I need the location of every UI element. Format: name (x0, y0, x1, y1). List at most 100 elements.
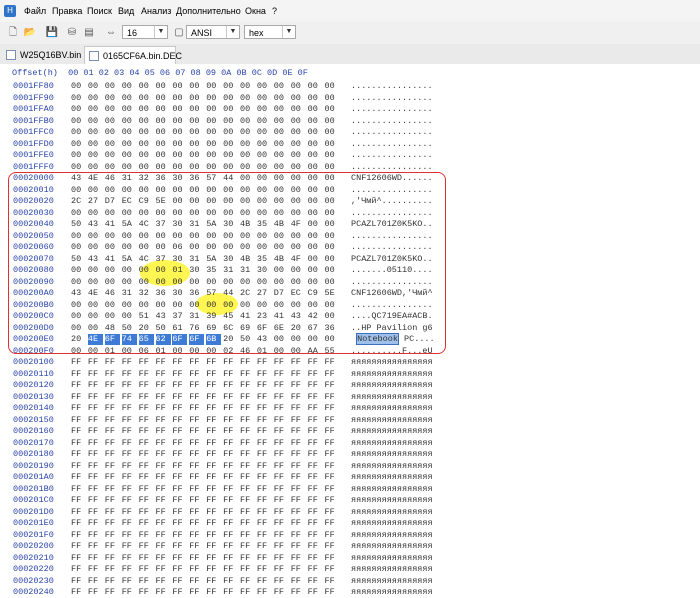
hex-byte[interactable]: FF (88, 541, 103, 552)
hex-byte[interactable]: 00 (325, 127, 340, 138)
hex-byte[interactable]: FF (325, 530, 340, 541)
hex-byte[interactable]: FF (257, 553, 272, 564)
base-select[interactable]: hex ▼ (244, 25, 296, 39)
hex-byte[interactable]: FF (223, 357, 238, 368)
hex-byte[interactable]: FF (139, 507, 154, 518)
hex-byte[interactable]: FF (172, 472, 187, 483)
ascii-text[interactable]: ................ (351, 93, 433, 104)
hex-byte[interactable]: FF (291, 553, 306, 564)
table-row[interactable]: 000201D0 FF FF FF FF FF FF FF FF FF FF FF FF FF FF FF FF… (0, 507, 700, 518)
hex-byte[interactable]: 00 (240, 81, 255, 92)
hex-byte[interactable]: 00 (206, 127, 221, 138)
hex-byte[interactable]: FF (206, 530, 221, 541)
hex-byte[interactable]: FF (139, 392, 154, 403)
hex-byte[interactable]: FF (325, 553, 340, 564)
hex-byte[interactable]: 00 (274, 104, 289, 115)
hex-byte[interactable]: FF (71, 392, 86, 403)
hex-byte[interactable]: FF (240, 495, 255, 506)
hex-byte[interactable]: FF (172, 507, 187, 518)
hex-byte[interactable]: FF (189, 449, 204, 460)
hex-byte[interactable]: FF (122, 587, 137, 598)
ascii-text[interactable]: яяяяяяяяяяяяяяяя (351, 484, 433, 495)
hex-byte[interactable]: FF (274, 472, 289, 483)
hex-byte[interactable]: 00 (172, 93, 187, 104)
menu-extra[interactable]: Дополнительно (176, 6, 241, 16)
hex-byte[interactable]: FF (308, 449, 323, 460)
hex-byte[interactable]: FF (88, 587, 103, 598)
hex-byte[interactable]: FF (223, 461, 238, 472)
hex-byte[interactable]: FF (325, 484, 340, 495)
hex-byte[interactable]: 00 (189, 139, 204, 150)
hex-byte[interactable]: FF (240, 587, 255, 598)
hex-byte[interactable]: FF (156, 415, 171, 426)
hex-byte[interactable]: 00 (189, 104, 204, 115)
hex-byte[interactable]: 00 (274, 116, 289, 127)
hex-byte[interactable]: 00 (206, 116, 221, 127)
hex-byte[interactable]: FF (291, 369, 306, 380)
hex-byte[interactable]: FF (139, 541, 154, 552)
hex-byte[interactable]: FF (257, 426, 272, 437)
hex-byte[interactable]: FF (308, 530, 323, 541)
hex-byte[interactable]: 00 (189, 127, 204, 138)
hex-byte[interactable]: FF (71, 530, 86, 541)
hex-byte[interactable]: FF (189, 357, 204, 368)
hex-byte[interactable]: FF (274, 403, 289, 414)
hex-byte[interactable]: 00 (257, 93, 272, 104)
hex-byte[interactable]: FF (139, 587, 154, 598)
hex-byte[interactable]: FF (189, 587, 204, 598)
hex-byte[interactable]: FF (122, 357, 137, 368)
hex-byte[interactable]: 00 (240, 116, 255, 127)
hex-byte[interactable]: FF (308, 369, 323, 380)
menu-windows[interactable]: Окна (245, 6, 266, 16)
ascii-text[interactable]: яяяяяяяяяяяяяяяя (351, 415, 433, 426)
hex-byte[interactable]: FF (274, 357, 289, 368)
hex-byte[interactable]: FF (88, 472, 103, 483)
hex-byte[interactable]: FF (105, 484, 120, 495)
table-row[interactable]: 00020200 FF FF FF FF FF FF FF FF FF FF FF FF FF FF FF FF… (0, 541, 700, 552)
hex-byte[interactable]: FF (274, 415, 289, 426)
hex-byte[interactable]: 00 (325, 162, 340, 173)
hex-byte[interactable]: FF (189, 369, 204, 380)
ascii-text[interactable]: ................ (351, 104, 433, 115)
hex-byte[interactable]: FF (291, 518, 306, 529)
hex-byte[interactable]: FF (325, 426, 340, 437)
hex-byte[interactable]: FF (325, 380, 340, 391)
hex-byte[interactable]: 00 (122, 139, 137, 150)
hex-byte[interactable]: FF (71, 438, 86, 449)
table-row[interactable]: 0001FFC0 00 00 00 00 00 00 00 00 00 00 00 00 00 00 00 00… (0, 127, 700, 138)
hex-byte[interactable]: FF (206, 587, 221, 598)
hex-byte[interactable]: FF (223, 403, 238, 414)
hex-byte[interactable]: FF (105, 380, 120, 391)
hex-byte[interactable]: FF (291, 507, 306, 518)
hex-byte[interactable]: FF (139, 553, 154, 564)
hex-byte[interactable]: FF (240, 357, 255, 368)
hex-byte[interactable]: FF (257, 541, 272, 552)
hex-byte[interactable]: FF (139, 530, 154, 541)
hex-byte[interactable]: 00 (257, 150, 272, 161)
hex-byte[interactable]: FF (71, 484, 86, 495)
hex-byte[interactable]: FF (206, 438, 221, 449)
hex-byte[interactable]: FF (88, 403, 103, 414)
ascii-text[interactable]: яяяяяяяяяяяяяяяя (351, 518, 433, 529)
hex-byte[interactable]: FF (240, 392, 255, 403)
hex-byte[interactable]: FF (308, 380, 323, 391)
hex-byte[interactable]: 00 (156, 81, 171, 92)
hex-byte[interactable]: FF (122, 403, 137, 414)
hex-byte[interactable]: FF (139, 495, 154, 506)
hex-byte[interactable]: FF (308, 587, 323, 598)
hex-byte[interactable]: 00 (88, 104, 103, 115)
hex-byte[interactable]: FF (156, 369, 171, 380)
hex-byte[interactable]: 00 (139, 139, 154, 150)
hex-byte[interactable]: FF (291, 357, 306, 368)
hex-byte[interactable]: FF (308, 426, 323, 437)
hex-byte[interactable]: FF (240, 518, 255, 529)
hex-byte[interactable]: FF (223, 553, 238, 564)
hex-byte[interactable]: FF (88, 518, 103, 529)
hex-byte[interactable]: FF (325, 576, 340, 587)
hex-byte[interactable]: 00 (71, 116, 86, 127)
hex-byte[interactable]: 00 (122, 162, 137, 173)
hex-byte[interactable]: FF (156, 587, 171, 598)
hex-byte[interactable]: 00 (88, 162, 103, 173)
hex-byte[interactable]: 00 (325, 81, 340, 92)
menu-edit[interactable]: Правка (52, 6, 82, 16)
